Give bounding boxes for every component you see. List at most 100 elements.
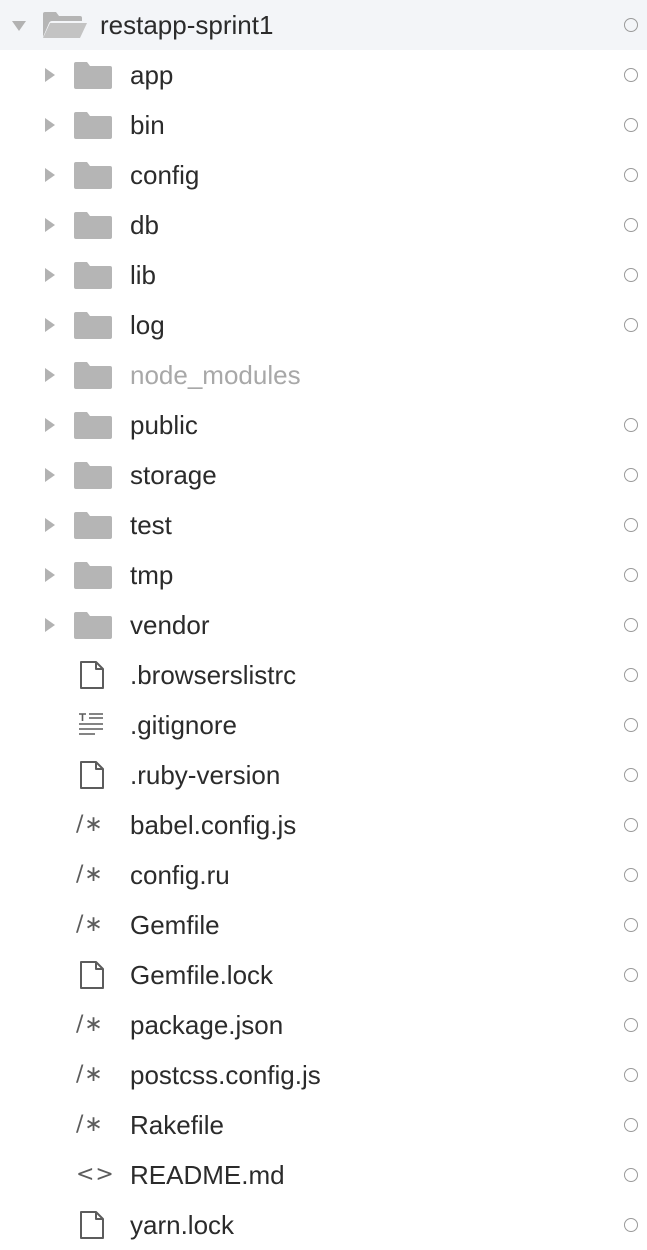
code-comment-icon: /∗ (76, 1012, 104, 1037)
folder-icon (73, 260, 113, 290)
tree-item-label: Gemfile (130, 910, 220, 940)
tree-item-label: package.json (130, 1010, 284, 1040)
status-circle-icon (624, 1168, 638, 1182)
tree-item-label: .ruby-version (130, 760, 281, 790)
code-comment-icon: /∗ (76, 1062, 104, 1087)
tree-folder-row[interactable]: log (0, 300, 647, 350)
status-circle-icon (624, 568, 638, 582)
folder-icon (73, 310, 113, 340)
tree-file-row[interactable]: <> README.md (0, 1150, 647, 1200)
tree-folder-row[interactable]: public (0, 400, 647, 450)
tree-file-row[interactable]: /∗ config.ru (0, 850, 647, 900)
status-circle-icon (624, 168, 638, 182)
status-circle-icon (624, 668, 638, 682)
status-circle-icon (624, 718, 638, 732)
chevron-right-icon[interactable] (45, 268, 55, 282)
folder-icon (73, 160, 113, 190)
tree-item-label: config (130, 160, 200, 190)
tree-item-label: .gitignore (130, 710, 237, 740)
file-icon (75, 658, 109, 692)
tree-root-label: restapp-sprint1 (100, 10, 274, 40)
code-comment-icon: /∗ (76, 812, 104, 837)
tree-folder-row[interactable]: tmp (0, 550, 647, 600)
chevron-right-icon[interactable] (45, 418, 55, 432)
tree-folder-row[interactable]: vendor (0, 600, 647, 650)
status-circle-icon (624, 1018, 638, 1032)
status-circle-icon (624, 618, 638, 632)
tree-folder-row[interactable]: lib (0, 250, 647, 300)
code-comment-icon: /∗ (76, 1112, 104, 1137)
tree-item-label: babel.config.js (130, 810, 297, 840)
folder-icon (73, 110, 113, 140)
folder-icon (73, 210, 113, 240)
folder-open-icon (42, 10, 88, 40)
tree-folder-row[interactable]: node_modules (0, 350, 647, 400)
chevron-down-icon[interactable] (12, 21, 26, 31)
tree-file-row[interactable]: /∗ Rakefile (0, 1100, 647, 1150)
tree-file-row[interactable]: /∗ babel.config.js (0, 800, 647, 850)
tree-item-label: Gemfile.lock (130, 960, 274, 990)
tree-item-label: config.ru (130, 860, 230, 890)
status-circle-icon (624, 768, 638, 782)
tree-file-row[interactable]: .ruby-version (0, 750, 647, 800)
tree-folder-row[interactable]: test (0, 500, 647, 550)
tree-file-row[interactable]: yarn.lock (0, 1200, 647, 1250)
status-circle-icon (624, 68, 638, 82)
tree-folder-row[interactable]: storage (0, 450, 647, 500)
folder-icon (73, 610, 113, 640)
tree-item-label: Rakefile (130, 1110, 224, 1140)
folder-icon (73, 510, 113, 540)
tree-folder-row[interactable]: app (0, 50, 647, 100)
tree-file-row[interactable]: /∗ Gemfile (0, 900, 647, 950)
status-circle-icon (624, 1068, 638, 1082)
tree-item-label: postcss.config.js (130, 1060, 321, 1090)
folder-icon (73, 560, 113, 590)
code-comment-icon: /∗ (76, 862, 104, 887)
status-circle-icon (624, 868, 638, 882)
tree-item-label: db (130, 210, 159, 240)
chevron-right-icon[interactable] (45, 218, 55, 232)
tree-item-label: yarn.lock (130, 1210, 235, 1240)
tree-file-row[interactable]: Gemfile.lock (0, 950, 647, 1000)
status-circle-icon (624, 818, 638, 832)
file-tree: restapp-sprint1 app bin config db lib log node… (0, 0, 647, 1241)
tree-item-label: app (130, 60, 174, 90)
chevron-right-icon[interactable] (45, 118, 55, 132)
tree-item-label: vendor (130, 610, 210, 640)
chevron-right-icon[interactable] (45, 168, 55, 182)
tree-file-row[interactable]: .gitignore (0, 700, 647, 750)
status-circle-icon (624, 218, 638, 232)
tree-item-label: lib (130, 260, 157, 290)
status-circle-icon (624, 518, 638, 532)
tree-folder-row[interactable]: config (0, 150, 647, 200)
tree-item-label: tmp (130, 560, 174, 590)
chevron-right-icon[interactable] (45, 568, 55, 582)
chevron-right-icon[interactable] (45, 518, 55, 532)
folder-icon (73, 60, 113, 90)
text-file-icon (75, 708, 109, 742)
tree-item-label: node_modules (130, 360, 301, 390)
tree-item-label: bin (130, 110, 165, 140)
tree-item-label: README.md (130, 1160, 285, 1190)
tree-item-label: storage (130, 460, 217, 490)
tree-file-row[interactable]: .browserslistrc (0, 650, 647, 700)
chevron-right-icon[interactable] (45, 368, 55, 382)
status-circle-icon (624, 1118, 638, 1132)
tree-root-folder[interactable]: restapp-sprint1 (0, 0, 647, 50)
tree-folder-row[interactable]: bin (0, 100, 647, 150)
tree-file-row[interactable]: /∗ package.json (0, 1000, 647, 1050)
status-circle-icon (624, 1218, 638, 1232)
tree-item-label: public (130, 410, 198, 440)
folder-icon (73, 460, 113, 490)
folder-icon (73, 410, 113, 440)
status-circle-icon (624, 918, 638, 932)
chevron-right-icon[interactable] (45, 618, 55, 632)
tree-file-row[interactable]: /∗ postcss.config.js (0, 1050, 647, 1100)
status-circle-icon (624, 418, 638, 432)
tree-folder-row[interactable]: db (0, 200, 647, 250)
chevron-right-icon[interactable] (45, 68, 55, 82)
markup-icon: <> (76, 1162, 115, 1187)
chevron-right-icon[interactable] (45, 468, 55, 482)
file-icon (75, 958, 109, 992)
chevron-right-icon[interactable] (45, 318, 55, 332)
